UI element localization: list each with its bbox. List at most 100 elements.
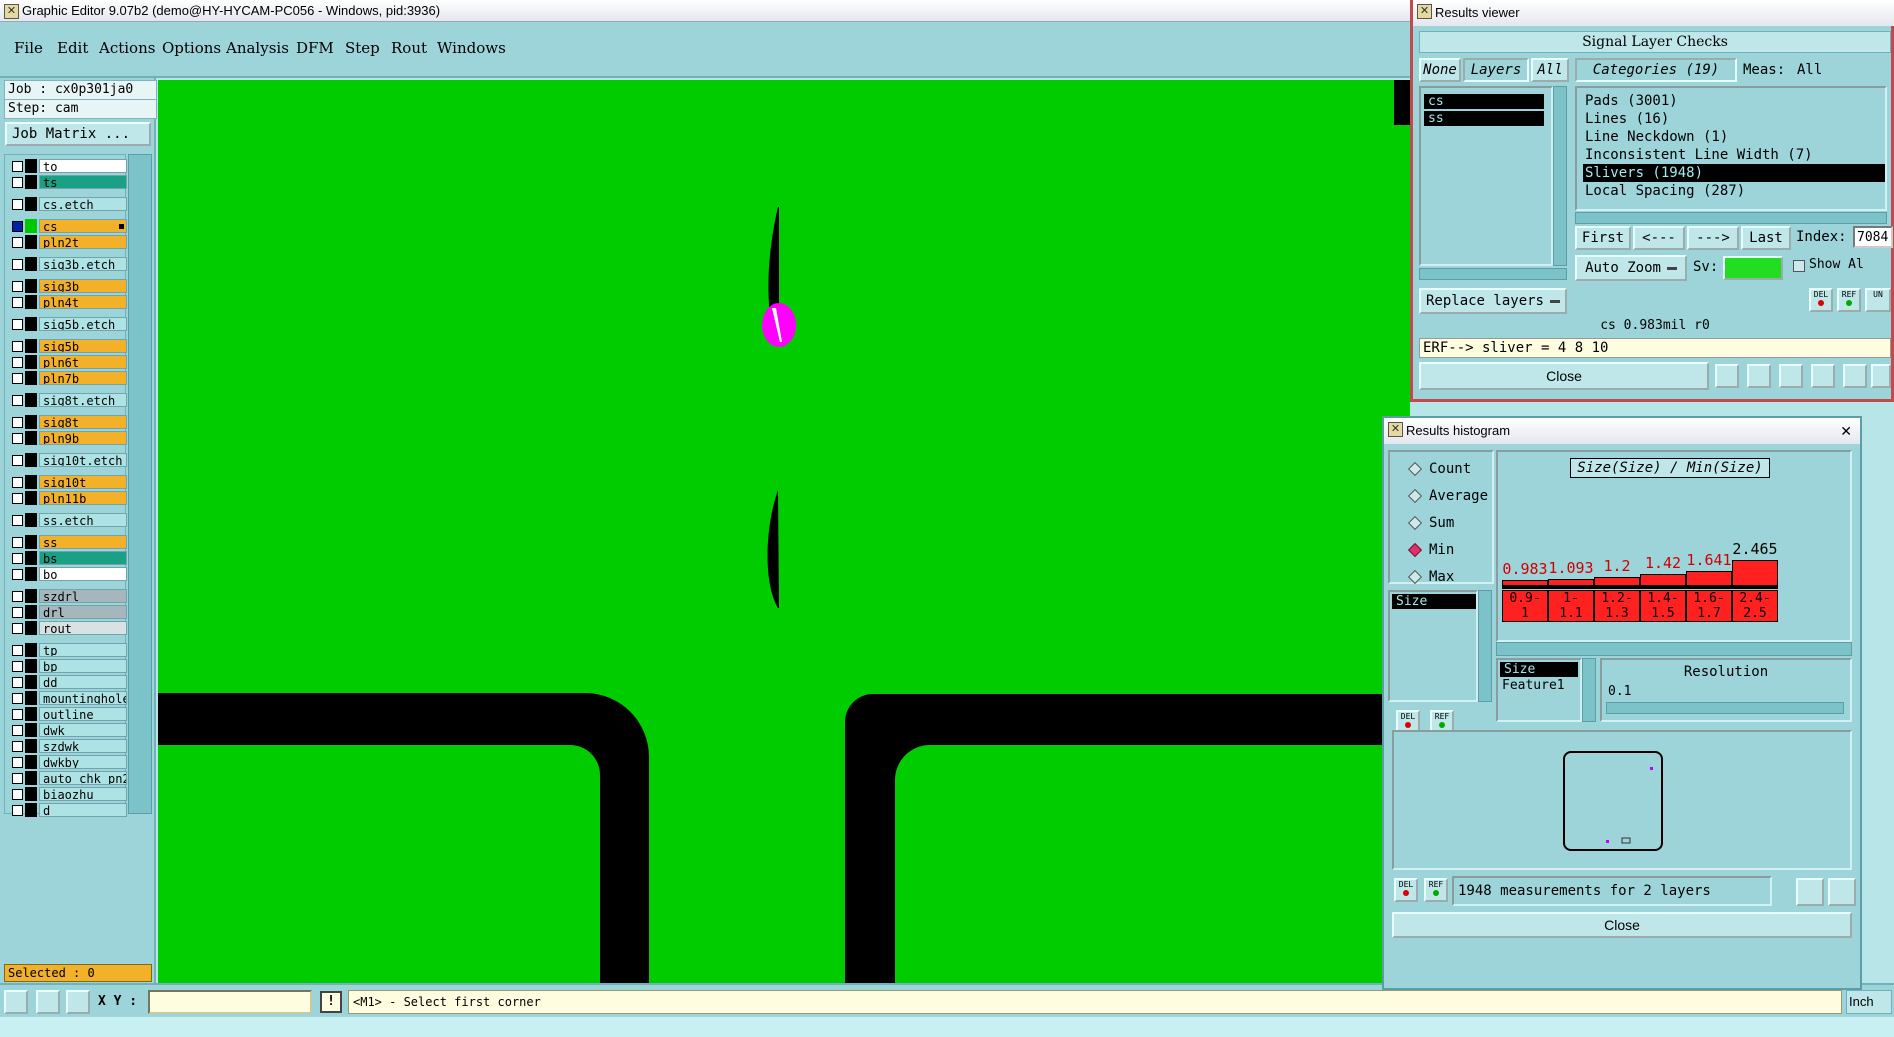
graphics-canvas[interactable] [158,80,1410,983]
bottom-del-button[interactable]: DEL [1394,878,1418,902]
layer-checkbox[interactable] [12,433,23,444]
bottom-ref-button[interactable]: REF [1424,878,1448,902]
layer-name[interactable]: pln11b [39,491,127,505]
layer-checkbox[interactable] [12,789,23,800]
prev-button[interactable]: <--- [1633,226,1685,250]
layer-row[interactable]: pln2t [7,234,127,250]
histogram-bar[interactable] [1732,560,1778,586]
layer-checkbox[interactable] [12,319,23,330]
layer-checkbox[interactable] [12,757,23,768]
category-item[interactable]: Line Neckdown (1) [1585,128,1728,146]
tab-categories[interactable]: Categories (19) [1575,58,1737,82]
layer-name[interactable]: pln9b [39,431,127,445]
layer-checkbox[interactable] [12,237,23,248]
menu-rout[interactable]: Rout [391,39,427,57]
sv-color-dropdown[interactable] [1723,256,1783,280]
categories-hscrollbar[interactable] [1575,212,1887,224]
categories-listbox[interactable]: Pads (3001) Lines (16) Line Neckdown (1)… [1575,86,1887,211]
layer-checkbox[interactable] [12,297,23,308]
show-all-checkbox[interactable] [1793,260,1805,272]
layer-row[interactable]: bp [7,658,127,674]
histogram-bar[interactable] [1594,577,1640,586]
zoom-out-icon[interactable] [1828,878,1856,906]
close-icon[interactable]: ✕ [1840,418,1852,444]
layer-row[interactable]: sig10t.etch [7,452,127,468]
exclamation-button[interactable]: ! [320,991,342,1013]
layer-row[interactable]: dd [7,674,127,690]
layer-row[interactable]: ts [7,174,127,190]
layer-checkbox[interactable] [12,693,23,704]
layer-name[interactable]: sig10t [39,475,127,489]
layer-checkbox[interactable] [12,221,23,232]
category-item[interactable]: Local Spacing (287) [1585,182,1745,200]
menu-analysis[interactable]: Analysis [226,39,289,57]
next-button[interactable]: ---> [1687,226,1739,250]
layer-checkbox[interactable] [12,493,23,504]
chart-hscrollbar[interactable] [1496,642,1852,656]
layer-name[interactable]: szdrl [39,589,127,603]
menu-windows[interactable]: Windows [437,39,506,57]
replace-layers-dropdown[interactable]: Replace layers [1419,288,1567,314]
layer-row[interactable]: cs [7,218,127,234]
layer-checkbox[interactable] [12,455,23,466]
layer-row[interactable]: sig5b [7,338,127,354]
layer-row[interactable]: sig3b.etch [7,256,127,272]
layer-name[interactable]: pln7b [39,371,127,385]
option-min[interactable]: Min [1407,541,1454,559]
tab-all[interactable]: All [1531,58,1569,82]
layer-row[interactable]: sig8t.etch [7,392,127,408]
layer-row[interactable]: mountinghole [7,690,127,706]
results-viewer-close-button[interactable]: Close [1419,362,1709,390]
histogram-bar[interactable] [1686,571,1732,586]
layers-hscrollbar[interactable] [1419,268,1567,280]
layer-item[interactable]: cs [1424,94,1544,109]
option-average[interactable]: Average [1407,487,1488,505]
layer-checkbox[interactable] [12,805,23,816]
cross-grid-icon[interactable] [1779,364,1803,388]
layers-scrollbar[interactable] [1553,86,1567,266]
layer-row[interactable]: dwk [7,722,127,738]
layer-name[interactable]: mountinghole [39,691,127,705]
layer-row[interactable]: pln9b [7,430,127,446]
layer-row[interactable]: rout [7,620,127,636]
layer-checkbox[interactable] [12,645,23,656]
layer-name[interactable]: sig3b [39,279,127,293]
meas-value[interactable]: All [1797,62,1822,78]
tab-none[interactable]: None [1419,58,1461,82]
layer-name[interactable]: drl [39,605,127,619]
layer-row[interactable]: sig10t [7,474,127,490]
menu-edit[interactable]: Edit [57,39,88,57]
attribute-listbox[interactable]: Size Feature1 [1496,658,1582,722]
layer-row[interactable]: pln6t [7,354,127,370]
layer-name[interactable]: pln2t [39,235,127,249]
layer-name[interactable]: tp [39,643,127,657]
layers-listbox[interactable]: cs ss [1419,86,1553,266]
layer-checkbox[interactable] [12,569,23,580]
field-listbox[interactable]: Size [1388,590,1478,702]
layer-row[interactable]: cs.etch [7,196,127,212]
layer-row[interactable]: sig5b.etch [7,316,127,332]
menu-options[interactable]: Options [162,39,221,57]
layer-name[interactable]: pln6t [39,355,127,369]
index-input[interactable] [1853,226,1893,248]
layer-row[interactable]: sig8t [7,414,127,430]
layer-checkbox[interactable] [12,515,23,526]
measure-tool-button[interactable] [36,990,60,1014]
layer-name[interactable]: sig3b.etch [39,257,127,271]
last-button[interactable]: Last [1741,226,1791,250]
grid-tool-button[interactable] [66,990,90,1014]
layer-name[interactable]: outline [39,707,127,721]
tab-layers[interactable]: Layers [1463,58,1529,82]
layer-name[interactable]: ts [39,175,127,189]
layer-checkbox[interactable] [12,607,23,618]
category-item[interactable]: Pads (3001) [1585,92,1678,110]
layer-row[interactable]: pln7b [7,370,127,386]
layer-checkbox[interactable] [12,709,23,720]
layer-name[interactable]: sig10t.etch [39,453,127,467]
layer-row[interactable]: tp [7,642,127,658]
layer-name[interactable]: sig8t.etch [39,393,127,407]
layer-name[interactable]: d [39,803,127,817]
job-matrix-button[interactable]: Job Matrix ... [5,122,151,146]
layer-name[interactable]: auto_chk_pn2 [39,771,127,785]
layer-row[interactable]: sig3b [7,278,127,294]
